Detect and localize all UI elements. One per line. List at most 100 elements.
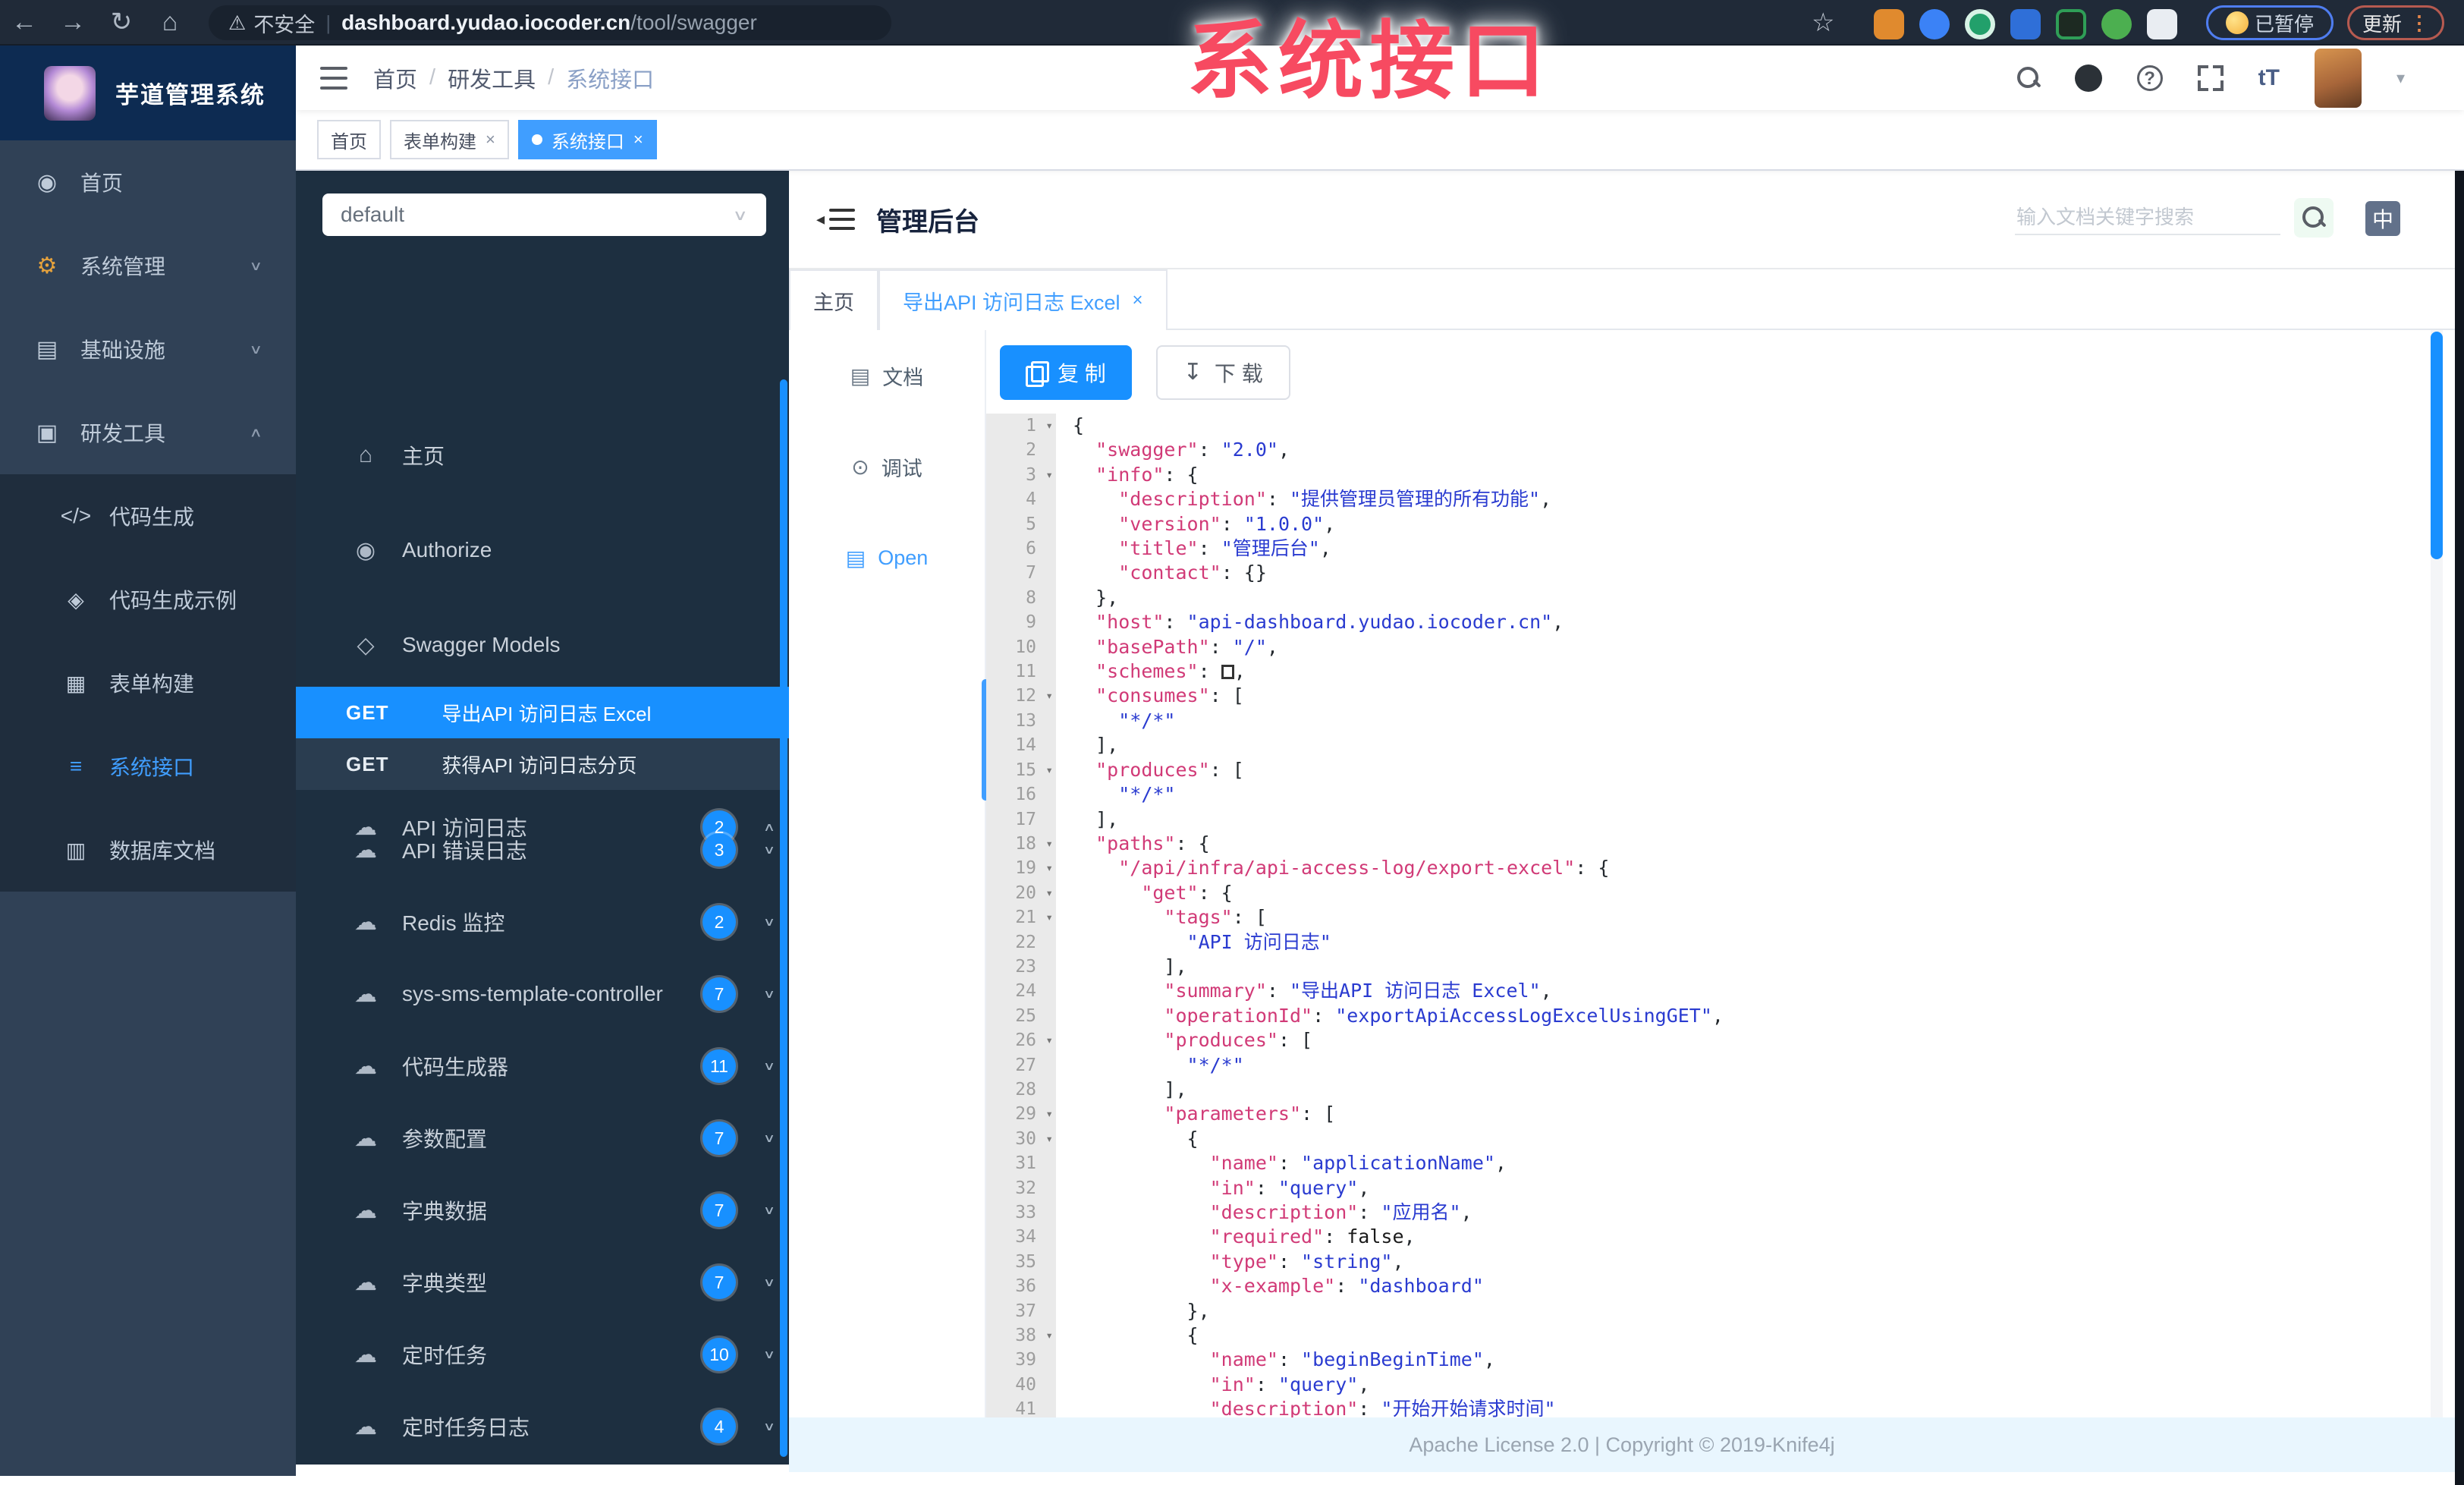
reload-icon[interactable]: ↻ (97, 0, 146, 44)
swagger-menu-item[interactable]: ⌂ 主页 (296, 414, 789, 497)
close-icon[interactable]: × (1133, 290, 1143, 311)
swagger-menu-item[interactable]: ☁ sys-sms-template-controller 7 ∨ (296, 952, 789, 1036)
sidebar-subitem[interactable]: ▥ 数据库文档 (0, 808, 296, 892)
swagger-menu-item[interactable]: ☁ 定时任务日志 4 ∨ (296, 1385, 789, 1465)
empty-array-box (1221, 665, 1234, 680)
download-icon: ↧ (1183, 360, 1202, 385)
active-dot (531, 134, 542, 145)
doc-search-input[interactable] (2015, 201, 2280, 235)
code-line: 9 "host": "api-dashboard.yudao.iocoder.c… (986, 610, 2444, 634)
copy-button[interactable]: 复 制 (1000, 345, 1132, 400)
swagger-menu-item[interactable]: ☁ 代码生成器 11 ∨ (296, 1024, 789, 1108)
view-tag[interactable]: 首页 (317, 120, 381, 159)
view-tag[interactable]: 系统接口 × (517, 120, 657, 159)
collapse-menu-icon[interactable]: ◂ (816, 209, 856, 230)
sidebar-item[interactable]: ▣ 研发工具 ∧ (0, 391, 296, 474)
code-text: "description": "开始开始请求时间" (1056, 1397, 1556, 1417)
chevron-down-icon[interactable]: ▾ (2396, 68, 2405, 88)
github-icon[interactable] (2074, 64, 2102, 92)
back-icon[interactable]: ← (0, 0, 49, 44)
rail-item-open[interactable]: ▤ Open (789, 512, 985, 603)
swagger-menu-item[interactable]: ◇ Swagger Models (296, 603, 789, 687)
sidebar-subitem[interactable]: </> 代码生成 (0, 474, 296, 558)
sidebar-item[interactable]: ⚙ 系统管理 ∨ (0, 224, 296, 307)
extension-icon[interactable] (2010, 9, 2041, 39)
sidebar-subitem[interactable]: ◈ 代码生成示例 (0, 558, 296, 641)
sidebar-subitem[interactable]: ▦ 表单构建 (0, 641, 296, 725)
bookmark-star-icon[interactable]: ☆ (1812, 8, 1834, 38)
code-token: : (1266, 488, 1290, 511)
code-editor[interactable]: 1 ▾{2 "swagger": "2.0", 3 ▾ "info": {4 "des… (986, 414, 2444, 1417)
fold-arrow-icon[interactable]: ▾ (1045, 1323, 1053, 1348)
font-size-icon[interactable]: tT (2258, 65, 2280, 91)
line-number: 4 (1026, 489, 1036, 510)
breadcrumb-item[interactable]: 系统接口 (566, 62, 654, 94)
extension-icon[interactable] (2056, 9, 2086, 39)
rail-item-文档[interactable]: ▤ 文档 (789, 330, 985, 421)
extension-icon[interactable] (1965, 9, 1995, 39)
extension-icon[interactable] (1874, 9, 1904, 39)
fold-arrow-icon[interactable]: ▾ (1045, 414, 1053, 438)
update-button[interactable]: 更新 ⋮ (2347, 5, 2444, 40)
search-icon[interactable] (2016, 66, 2040, 90)
fold-arrow-icon[interactable]: ▾ (1045, 1102, 1053, 1126)
home-icon[interactable]: ⌂ (146, 0, 194, 44)
fold-arrow-icon[interactable]: ▾ (1045, 463, 1053, 487)
swagger-menu-item[interactable]: ☁ 定时任务 10 ∨ (296, 1313, 789, 1396)
swagger-menu-item[interactable]: ☁ 字典类型 7 ∨ (296, 1241, 789, 1324)
swagger-menu-item[interactable]: ☁ Redis 监控 2 ∨ (296, 880, 789, 964)
avatar[interactable] (2314, 48, 2362, 108)
fold-arrow-icon[interactable]: ▾ (1045, 905, 1053, 930)
extension-icon[interactable] (2101, 9, 2132, 39)
gear-icon: ⚙ (36, 253, 58, 278)
doc-tab[interactable]: 主页 (789, 269, 878, 330)
paused-badge[interactable]: 已暂停 (2206, 5, 2334, 40)
swagger-menu-label: 字典类型 (402, 1272, 488, 1295)
close-icon[interactable]: × (633, 130, 643, 149)
swagger-menu-item[interactable]: ☁岗位7∨ (296, 1457, 789, 1465)
endpoint-item[interactable]: GET 导出API 访问日志 Excel (296, 687, 789, 738)
view-tag[interactable]: 表单构建 × (390, 120, 509, 159)
hamburger-icon[interactable] (320, 66, 347, 90)
extension-icon[interactable] (2147, 9, 2177, 39)
code-line: 19 ▾ "/api/infra/api-access-log/export-ex… (986, 856, 2444, 880)
code-text: "operationId": "exportApiAccessLogExcelU… (1056, 1004, 1724, 1028)
content-scrollbar-thumb[interactable] (2431, 332, 2443, 559)
fold-arrow-icon[interactable]: ▾ (1045, 856, 1053, 880)
breadcrumb-item[interactable]: 研发工具 (448, 62, 536, 94)
fold-arrow-icon[interactable]: ▾ (1045, 758, 1053, 782)
breadcrumb-item[interactable]: 首页 (373, 62, 417, 94)
language-toggle[interactable]: 中 (2365, 201, 2400, 236)
sidebar-subitem[interactable]: ≡ 系统接口 (0, 725, 296, 808)
swagger-menu-item[interactable]: ☁ API 错误日志 3 ∨ (296, 808, 789, 892)
sidebar-item[interactable]: ▤ 基础设施 ∨ (0, 307, 296, 391)
download-button[interactable]: ↧ 下 载 (1155, 345, 1290, 400)
fullscreen-icon[interactable] (2197, 64, 2224, 91)
endpoint-item[interactable]: GET 获得API 访问日志分页 (296, 738, 789, 790)
doc-tab[interactable]: 导出API 访问日志 Excel × (878, 269, 1168, 330)
count-badge: 7 (702, 1194, 736, 1227)
close-icon[interactable]: × (486, 130, 495, 149)
extension-icon[interactable] (1919, 9, 1950, 39)
fold-arrow-icon[interactable]: ▾ (1045, 1127, 1053, 1151)
fold-arrow-icon[interactable]: ▾ (1045, 832, 1053, 856)
fold-arrow-icon[interactable]: ▾ (1045, 684, 1053, 708)
shield-icon: ◈ (68, 587, 84, 612)
fold-arrow-icon[interactable]: ▾ (1045, 881, 1053, 905)
swagger-menu-item[interactable]: ◉ Authorize (296, 508, 789, 592)
sidebar-item[interactable]: ◉ 首页 (0, 140, 296, 224)
forward-icon[interactable]: → (49, 0, 97, 44)
swagger-menu-item[interactable]: ☁ 参数配置 7 ∨ (296, 1096, 789, 1180)
rail-item-调试[interactable]: ⊙ 调试 (789, 421, 985, 512)
api-group-select[interactable]: default ∨ (322, 193, 766, 236)
help-icon[interactable]: ? (2136, 64, 2163, 91)
swagger-menu-item[interactable]: ☁ 字典数据 7 ∨ (296, 1169, 789, 1252)
fold-arrow-icon[interactable]: ▾ (1045, 1028, 1053, 1052)
doc-search-button[interactable] (2294, 198, 2334, 238)
swagger-scrollbar[interactable] (780, 379, 787, 1457)
address-bar[interactable]: ⚠ 不安全 | dashboard.yudao.iocoder.cn /tool… (209, 5, 891, 40)
